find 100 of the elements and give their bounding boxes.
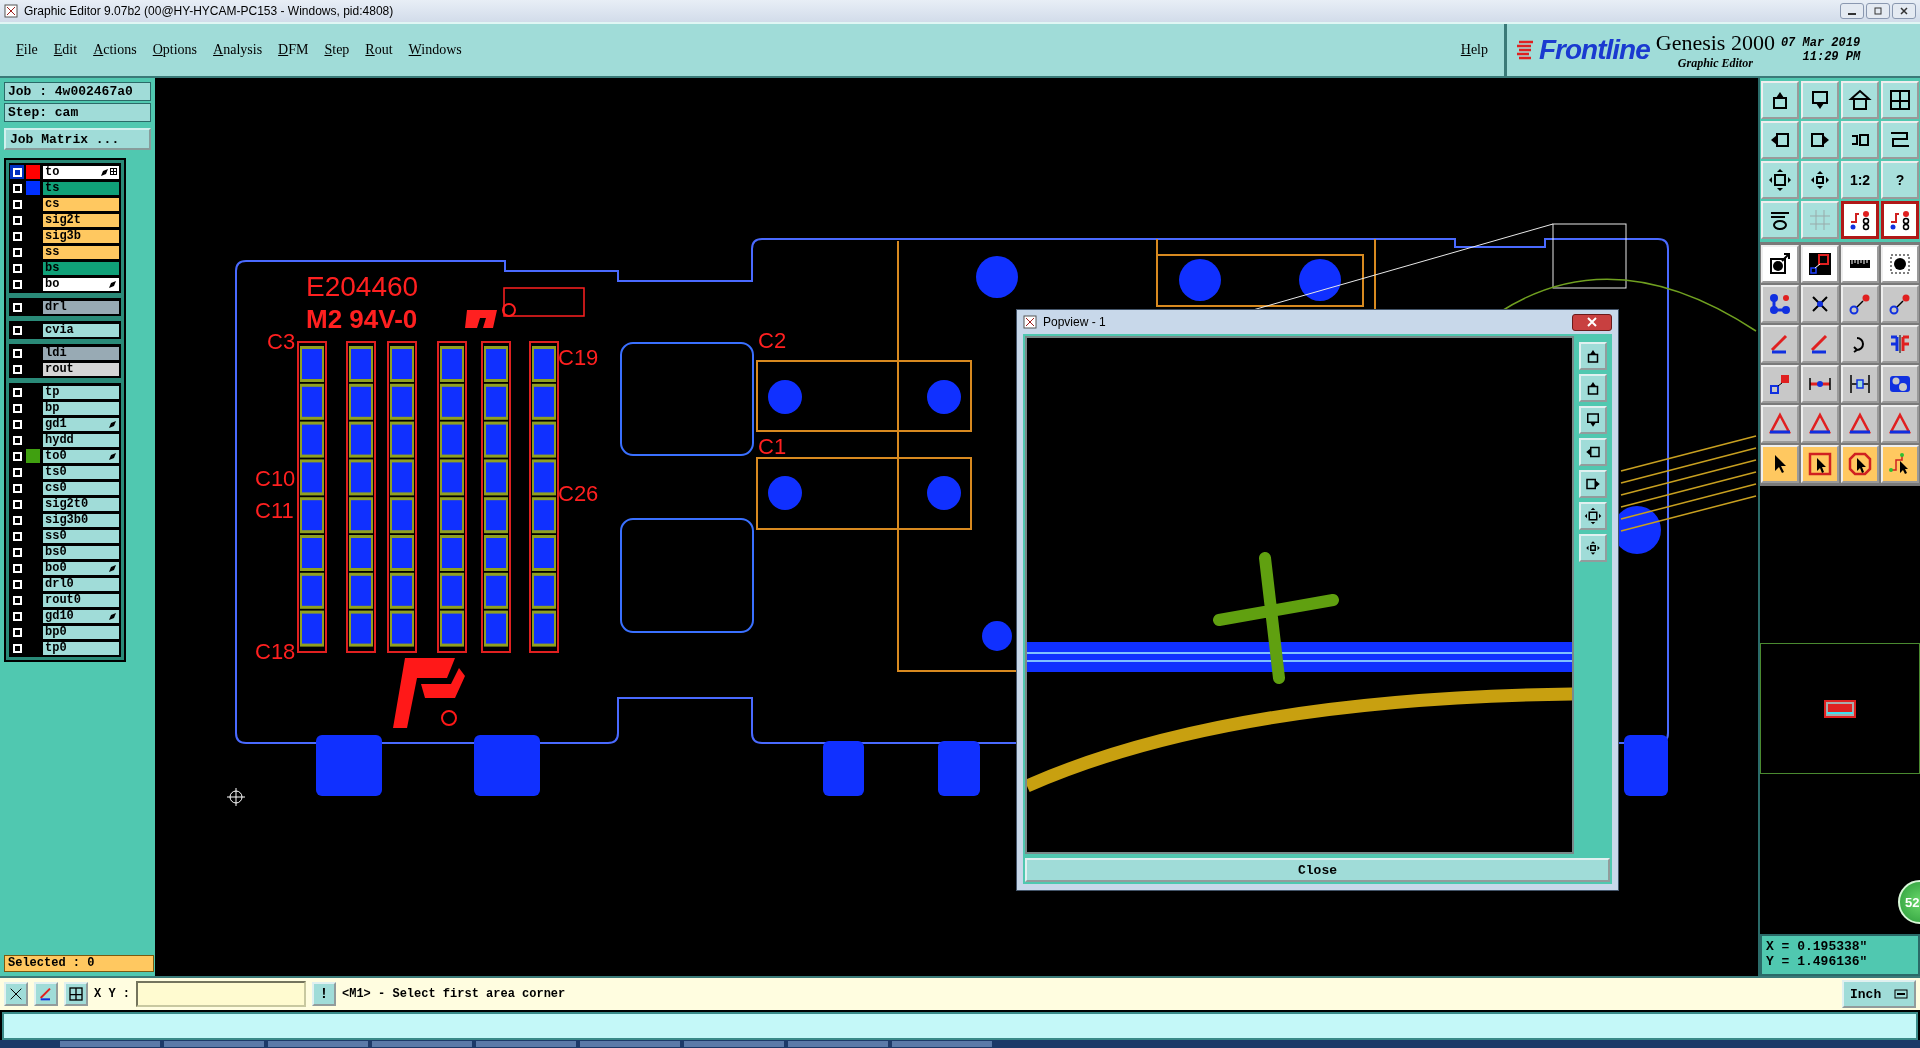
layer-name[interactable]: bp0 (42, 624, 120, 640)
layer-checkbox[interactable] (10, 277, 24, 291)
layer-name[interactable]: sig3b (42, 228, 120, 244)
layer-checkbox[interactable] (10, 513, 24, 527)
layer-row[interactable]: to (10, 164, 120, 180)
layer-row[interactable]: bo (10, 276, 120, 292)
layer-checkbox[interactable] (10, 213, 24, 227)
layer-row[interactable]: tp (10, 384, 120, 400)
layer-name[interactable]: rout (42, 361, 120, 377)
layer-row[interactable]: sig2t0 (10, 496, 120, 512)
layer-checkbox[interactable] (10, 300, 24, 314)
job-matrix-button[interactable]: Job Matrix ... (4, 128, 151, 150)
layer-name[interactable]: sig3b0 (42, 512, 120, 528)
layer-checkbox[interactable] (10, 197, 24, 211)
command-button[interactable]: ! (312, 982, 336, 1006)
tool-button[interactable]: 1:2 (1841, 161, 1879, 199)
layer-row[interactable]: tp0 (10, 640, 120, 656)
layer-row[interactable]: ldi (10, 345, 120, 361)
layer-checkbox[interactable] (10, 625, 24, 639)
layer-name[interactable]: cs (42, 196, 120, 212)
layer-row[interactable]: ts0 (10, 464, 120, 480)
layer-name[interactable]: ss0 (42, 528, 120, 544)
layer-checkbox[interactable] (10, 449, 24, 463)
layer-row[interactable]: bp (10, 400, 120, 416)
layer-name[interactable]: ts (42, 180, 120, 196)
layer-checkbox[interactable] (10, 362, 24, 376)
layer-row[interactable]: bo0 (10, 560, 120, 576)
layer-checkbox[interactable] (10, 229, 24, 243)
layer-name[interactable]: gd1 (42, 416, 120, 432)
layer-name[interactable]: cvia (42, 322, 120, 338)
layer-checkbox[interactable] (10, 545, 24, 559)
layer-name[interactable]: ldi (42, 345, 120, 361)
minimize-button[interactable] (1840, 3, 1864, 19)
layer-row[interactable]: bs0 (10, 544, 120, 560)
close-button[interactable] (1572, 313, 1612, 331)
layer-checkbox[interactable] (10, 433, 24, 447)
layer-name[interactable]: to0 (42, 448, 120, 464)
layer-checkbox[interactable] (10, 385, 24, 399)
menu-item[interactable]: Edit (45, 42, 86, 58)
layer-name[interactable]: sig2t0 (42, 496, 120, 512)
layer-row[interactable]: ss (10, 244, 120, 260)
layer-checkbox[interactable] (10, 401, 24, 415)
menu-item[interactable]: DFM (270, 42, 317, 58)
view-tool-button[interactable] (1579, 502, 1607, 530)
menu-item[interactable]: Step (316, 42, 358, 58)
layer-checkbox[interactable] (10, 181, 24, 195)
layer-name[interactable]: rout0 (42, 592, 120, 608)
menu-item[interactable]: Analysis (205, 42, 271, 58)
view-tool-button[interactable] (1579, 342, 1607, 370)
menu-item[interactable]: Rout (357, 42, 401, 58)
layer-row[interactable]: bp0 (10, 624, 120, 640)
menu-item[interactable]: Help (1452, 42, 1496, 58)
tool-button[interactable] (1881, 201, 1919, 239)
layer-row[interactable]: sig3b (10, 228, 120, 244)
layer-checkbox[interactable] (10, 481, 24, 495)
view-tool-button[interactable] (1579, 406, 1607, 434)
layer-name[interactable]: ts0 (42, 464, 120, 480)
layer-name[interactable]: bs (42, 260, 120, 276)
menu-item[interactable]: File (8, 42, 46, 58)
xy-input-field[interactable] (136, 981, 306, 1007)
layer-name[interactable]: sig2t (42, 212, 120, 228)
layer-row[interactable]: cs0 (10, 480, 120, 496)
layer-checkbox[interactable] (10, 465, 24, 479)
layer-name[interactable]: bo0 (42, 560, 120, 576)
menu-item[interactable]: Windows (400, 42, 470, 58)
layer-row[interactable]: rout (10, 361, 120, 377)
view-tool-button[interactable] (1579, 374, 1607, 402)
layer-checkbox[interactable] (10, 593, 24, 607)
layer-name[interactable]: bs0 (42, 544, 120, 560)
layer-row[interactable]: gd10 (10, 608, 120, 624)
layer-name[interactable]: bo (42, 276, 120, 292)
view-tool-button[interactable] (1579, 438, 1607, 466)
layer-row[interactable]: cvia (10, 322, 120, 338)
layer-checkbox[interactable] (10, 497, 24, 511)
layer-name[interactable]: bp (42, 400, 120, 416)
layer-row[interactable]: cs (10, 196, 120, 212)
layer-checkbox[interactable] (10, 529, 24, 543)
close-button[interactable] (1892, 3, 1916, 19)
layer-checkbox[interactable] (10, 245, 24, 259)
units-dropdown[interactable]: Inch (1842, 980, 1916, 1008)
layer-row[interactable]: drl (10, 299, 120, 315)
layer-name[interactable]: drl (42, 299, 120, 315)
layer-row[interactable]: gd1 (10, 416, 120, 432)
layer-checkbox[interactable] (10, 609, 24, 623)
layer-name[interactable]: tp0 (42, 640, 120, 656)
layer-name[interactable]: tp (42, 384, 120, 400)
layer-row[interactable]: bs (10, 260, 120, 276)
layer-row[interactable]: ss0 (10, 528, 120, 544)
layer-name[interactable]: drl0 (42, 576, 120, 592)
tool-button[interactable]: ? (1881, 161, 1919, 199)
layer-checkbox[interactable] (10, 417, 24, 431)
layer-checkbox[interactable] (10, 641, 24, 655)
layer-name[interactable]: to (42, 164, 120, 180)
view-tool-button[interactable] (1579, 470, 1607, 498)
layer-checkbox[interactable] (10, 346, 24, 360)
menu-item[interactable]: Actions (85, 42, 145, 58)
layer-checkbox[interactable] (10, 561, 24, 575)
layer-checkbox[interactable] (10, 165, 24, 179)
layer-name[interactable]: hydd (42, 432, 120, 448)
view-tool-button[interactable] (1579, 534, 1607, 562)
